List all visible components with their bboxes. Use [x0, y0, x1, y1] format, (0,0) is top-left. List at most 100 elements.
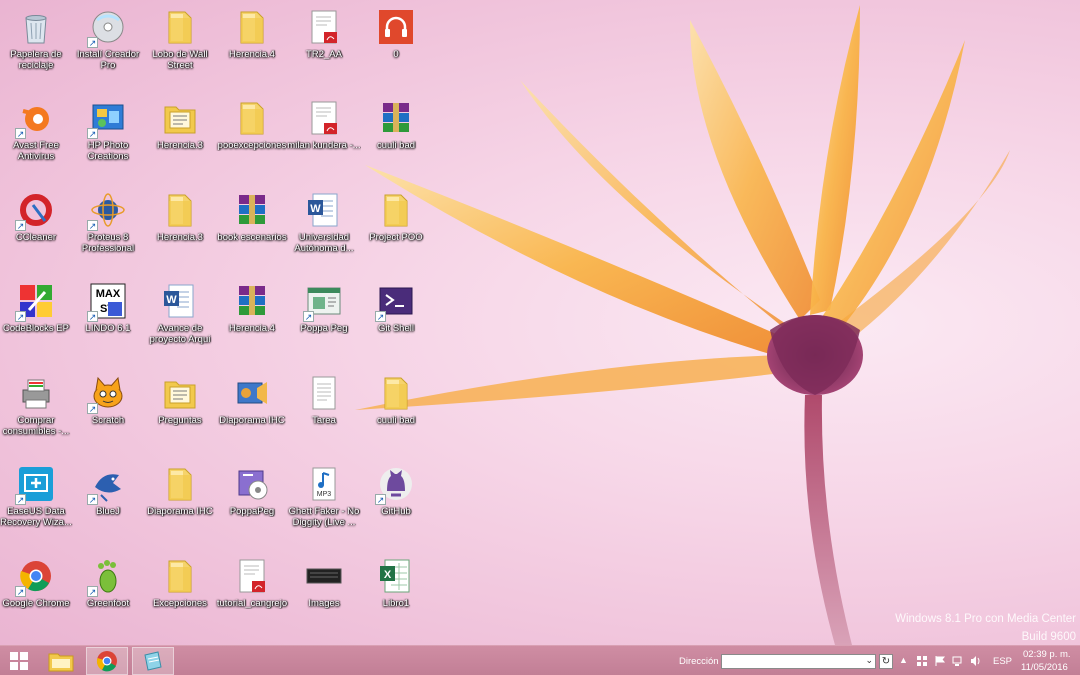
file-explorer-taskbar-button[interactable] — [40, 647, 82, 675]
folder-icon — [377, 374, 415, 412]
clock-time[interactable]: 02:39 p. m. — [1023, 649, 1071, 660]
desktop-icon[interactable]: Tarea — [288, 370, 360, 458]
desktop-icon[interactable]: cuuli bad — [360, 370, 432, 458]
desktop-icon[interactable]: ↗ Instalí Creador Pro — [72, 4, 144, 92]
desktop-icon[interactable]: book escenarios — [216, 187, 288, 275]
installer-icon — [233, 465, 271, 503]
desktop-icon-label: Tarea — [312, 415, 336, 426]
desktop-icon-label: Excepciones — [153, 598, 207, 609]
desktop-icon[interactable]: Herencia.4 — [216, 4, 288, 92]
word-icon: W — [305, 191, 343, 229]
desktop-icon-label: cuuli bad — [376, 140, 416, 151]
desktop-icon[interactable]: MAX ST ↗ LINDO 6.1 — [72, 278, 144, 366]
volume-icon[interactable] — [970, 655, 982, 667]
winrar-icon — [233, 282, 271, 320]
desktop-icon[interactable]: MP3 Ghett Faker - No Diggity (Live ... — [288, 461, 360, 549]
refresh-icon[interactable]: ↻ — [879, 654, 893, 669]
flag-icon[interactable] — [934, 655, 946, 667]
desktop-icon[interactable]: Images — [288, 553, 360, 641]
desktop-icon[interactable]: Herencia.3 — [144, 187, 216, 275]
desktop-icon[interactable]: ↗ Poppa Peg — [288, 278, 360, 366]
desktop-icon[interactable]: ↗ Google Chrome — [0, 553, 72, 641]
folder-icon — [161, 465, 199, 503]
desktop-icon[interactable]: pooexcepciones — [216, 95, 288, 183]
desktop-icon[interactable]: Comprar consumibles -... — [0, 370, 72, 458]
winrar-icon — [377, 99, 415, 137]
desktop-icon-label: Comprar consumibles -... — [2, 415, 70, 437]
winrar-icon — [233, 191, 271, 229]
desktop-icon[interactable]: Diaporama IHC — [144, 461, 216, 549]
folder-icon — [161, 8, 199, 46]
desktop-icon-label: CCleaner — [15, 232, 57, 243]
desktop-icon[interactable]: tutorial_cangrejo — [216, 553, 288, 641]
desktop-icon[interactable]: cuuli bad — [360, 95, 432, 183]
language-indicator[interactable]: ESP — [993, 656, 1012, 667]
desktop-icon[interactable]: ↗ EaseUS Data Recovery Wiza... — [0, 461, 72, 549]
notebook-taskbar-button[interactable] — [132, 647, 174, 675]
address-input[interactable]: ⌄ — [721, 654, 876, 669]
recycle-bin-icon — [17, 8, 55, 46]
bluej-icon: ↗ — [87, 465, 127, 505]
desktop-icon-label: Scratch — [91, 415, 125, 426]
desktop-icon-label: Proteus 8 Professional — [81, 232, 135, 254]
desktop-icon[interactable]: milan kundera -... — [287, 95, 361, 183]
show-hidden-icons-icon[interactable]: ▲ — [899, 655, 911, 667]
desktop-icon[interactable]: Preguntas — [144, 370, 216, 458]
desktop-icon[interactable]: ↗ HP Photo Creations — [72, 95, 144, 183]
network-icon[interactable] — [952, 655, 964, 667]
desktop-icon-label: Herencia.4 — [229, 323, 275, 334]
desktop-icon-label: HP Photo Creations — [87, 140, 129, 162]
desktop-icon[interactable]: ↗ BlueJ — [72, 461, 144, 549]
greenfoot-icon: ↗ — [87, 557, 127, 597]
desktop-icon[interactable]: Herencia.4 — [216, 278, 288, 366]
chrome-taskbar-button[interactable] — [86, 647, 128, 675]
desktop-icon-label: Diaporama IHC — [147, 506, 213, 517]
word-icon: W — [161, 282, 199, 320]
desktop-icon-label: Libro1 — [382, 598, 410, 609]
ccleaner-icon: ↗ — [15, 191, 55, 231]
desktop-icon-label: Instalí Creador Pro — [76, 49, 140, 71]
desktop-icon[interactable]: ↗ CCleaner — [0, 187, 72, 275]
desktop-icon[interactable]: W Avance de proyecto Arqui — [144, 278, 216, 366]
desktop-icon[interactable]: 0 — [360, 4, 432, 92]
keyboard-image-icon — [305, 557, 343, 595]
desktop-icon[interactable]: ↗ CodeBlocks EP — [0, 278, 72, 366]
shortcut-arrow-icon: ↗ — [87, 220, 98, 231]
chevron-down-icon[interactable]: ⌄ — [865, 655, 873, 666]
folder-icon — [161, 191, 199, 229]
desktop-icon[interactable]: Excepciones — [144, 553, 216, 641]
desktop-icon-label: Greenfoot — [86, 598, 130, 609]
desktop-icon[interactable]: ↗ Proteus 8 Professional — [72, 187, 144, 275]
shortcut-arrow-icon: ↗ — [87, 311, 98, 322]
desktop-icon-label: Poppa Peg — [300, 323, 348, 334]
desktop-icon[interactable]: ↗ Git Shell — [360, 278, 432, 366]
desktop-icon[interactable]: Lobo de Wall Street — [144, 4, 216, 92]
desktop-icon[interactable]: ↗ Avast Free Antivirus — [0, 95, 72, 183]
desktop-icon-label: Herencia.3 — [157, 232, 203, 243]
desktop-icon[interactable]: Project POO — [360, 187, 432, 275]
desktop-icon[interactable]: X Libro1 — [360, 553, 432, 641]
avast-icon: ↗ — [15, 99, 55, 139]
svg-text:W: W — [310, 203, 321, 215]
desktop-icon[interactable]: Herencia.3 — [144, 95, 216, 183]
folder-icon — [161, 557, 199, 595]
desktop-icon[interactable]: Diaporama IHC — [216, 370, 288, 458]
action-center-grid-icon[interactable] — [916, 655, 928, 667]
desktop-icon-label: Project POO — [369, 232, 423, 243]
desktop-icon[interactable]: ↗ Scratch — [72, 370, 144, 458]
desktop-icon[interactable]: TR2_AA — [288, 4, 360, 92]
windows-start-icon[interactable] — [0, 647, 38, 675]
desktop-icon[interactable]: W Universidad Autónoma d... — [288, 187, 360, 275]
folder-doc-icon — [161, 374, 199, 412]
shortcut-arrow-icon: ↗ — [87, 403, 98, 414]
clock-date[interactable]: 11/05/2016 — [1021, 662, 1068, 673]
printer-icon — [17, 374, 55, 412]
folder-icon — [233, 8, 271, 46]
desktop-icon[interactable]: Papelera de reciclaje — [0, 4, 72, 92]
headphones-icon — [377, 8, 415, 46]
desktop-icon[interactable]: PoppaPeg — [216, 461, 288, 549]
desktop-icon[interactable]: ↗ Greenfoot — [72, 553, 144, 641]
svg-text:W: W — [166, 294, 177, 306]
desktop-icon[interactable]: ↗ GitHub — [360, 461, 432, 549]
shortcut-arrow-icon: ↗ — [375, 494, 386, 505]
